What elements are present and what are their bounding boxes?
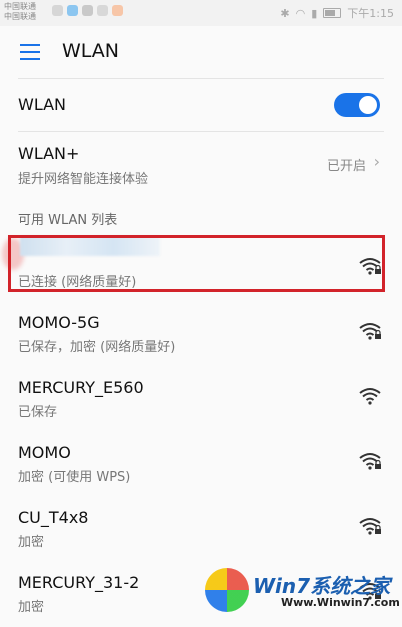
section-header: 可用 WLAN 列表 xyxy=(18,213,118,228)
network-item[interactable]: CU_T4x8 加密 xyxy=(0,498,402,562)
network-name: MOMO-5G xyxy=(18,313,100,332)
wlan-toggle-row[interactable]: WLAN xyxy=(0,80,402,130)
network-status: 已保存，加密 (网络质量好) xyxy=(18,340,176,355)
signal-icon: ▮ xyxy=(311,6,318,20)
wlan-plus-row[interactable]: WLAN+ 提升网络智能连接体验 已开启 › xyxy=(0,132,402,200)
status-bar: 中国联通 中国联通 ✱ ◠ ▮ 下午1:15 xyxy=(0,0,402,26)
watermark: Win7系统之家 Www.Winwin7.com xyxy=(205,566,402,616)
network-name: MOMO xyxy=(18,443,71,462)
battery-icon xyxy=(323,8,342,18)
carrier-label: 中国联通 xyxy=(4,2,36,11)
notification-icons xyxy=(52,5,123,16)
wifi-lock-icon xyxy=(358,516,382,536)
network-status: 加密 xyxy=(18,600,45,615)
highlight-box xyxy=(8,235,385,292)
network-item[interactable]: MOMO 加密 (可使用 WPS) xyxy=(0,433,402,497)
wlan-plus-subtitle: 提升网络智能连接体验 xyxy=(18,172,149,187)
wlan-label: WLAN xyxy=(18,95,67,114)
carrier-label: 中国联通 xyxy=(4,12,36,21)
app-bar: WLAN xyxy=(0,26,402,78)
wlan-plus-status: 已开启 xyxy=(326,159,366,174)
network-status: 加密 xyxy=(18,535,45,550)
chevron-right-icon: › xyxy=(373,152,380,171)
wifi-status-icon: ◠ xyxy=(295,6,306,20)
clock: 下午1:15 xyxy=(347,7,394,20)
menu-icon[interactable] xyxy=(20,44,40,60)
page-title: WLAN xyxy=(62,40,120,62)
wifi-lock-icon xyxy=(358,321,382,341)
status-icons: ✱ ◠ ▮ 下午1:15 xyxy=(280,5,394,21)
network-name: MERCURY_E560 xyxy=(18,378,144,397)
watermark-brand: Win7系统之家 xyxy=(253,574,391,598)
windows-logo-icon xyxy=(205,568,249,612)
wifi-lock-icon xyxy=(358,451,382,471)
divider xyxy=(18,78,384,79)
network-status: 已保存 xyxy=(18,405,58,420)
bluetooth-icon: ✱ xyxy=(280,6,290,20)
wifi-icon xyxy=(358,386,382,406)
network-name: MERCURY_31-2 xyxy=(18,573,140,592)
watermark-url: Www.Winwin7.com xyxy=(281,596,400,609)
network-item[interactable]: MOMO-5G 已保存，加密 (网络质量好) xyxy=(0,303,402,367)
network-status: 加密 (可使用 WPS) xyxy=(18,470,131,485)
network-name: CU_T4x8 xyxy=(18,508,89,527)
wlan-plus-label: WLAN+ xyxy=(18,144,80,163)
network-item[interactable]: MERCURY_E560 已保存 xyxy=(0,368,402,432)
wlan-switch[interactable] xyxy=(334,93,380,117)
